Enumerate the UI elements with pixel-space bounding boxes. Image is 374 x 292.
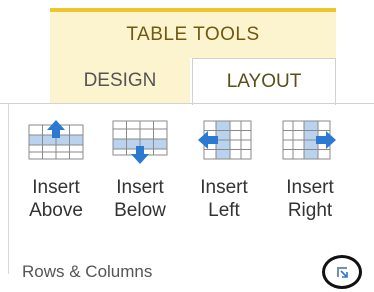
insert-above-line2: Above bbox=[29, 200, 83, 221]
insert-right-line1: Insert bbox=[286, 177, 334, 198]
insert-left-icon bbox=[198, 120, 252, 160]
insert-right-line2: Right bbox=[287, 200, 333, 221]
insert-left-line1: Insert bbox=[200, 177, 248, 198]
insert-above-icon bbox=[28, 120, 84, 160]
insert-right-button[interactable]: Insert Right bbox=[272, 112, 348, 260]
insert-below-line2: Below bbox=[114, 200, 166, 221]
tab-layout[interactable]: LAYOUT bbox=[192, 58, 336, 105]
insert-below-icon bbox=[112, 120, 168, 164]
table-tools-header: TABLE TOOLS bbox=[50, 8, 336, 58]
dialog-launcher-button[interactable] bbox=[322, 255, 362, 289]
ribbon-left-border bbox=[8, 104, 9, 274]
insert-above-line1: Insert bbox=[32, 177, 80, 198]
insert-below-button[interactable]: Insert Below bbox=[102, 112, 178, 260]
group-label-rows-columns: Rows & Columns bbox=[22, 262, 153, 281]
table-tools-title: TABLE TOOLS bbox=[126, 24, 260, 45]
insert-left-line2: Left bbox=[208, 200, 240, 221]
insert-right-icon bbox=[282, 120, 336, 160]
insert-below-line1: Insert bbox=[116, 177, 164, 198]
insert-above-button[interactable]: Insert Above bbox=[18, 112, 94, 260]
dialog-launcher-icon bbox=[337, 267, 348, 278]
ribbon-divider bbox=[0, 103, 374, 104]
insert-left-button[interactable]: Insert Left bbox=[186, 112, 262, 260]
tab-design[interactable]: DESIGN bbox=[50, 58, 190, 104]
